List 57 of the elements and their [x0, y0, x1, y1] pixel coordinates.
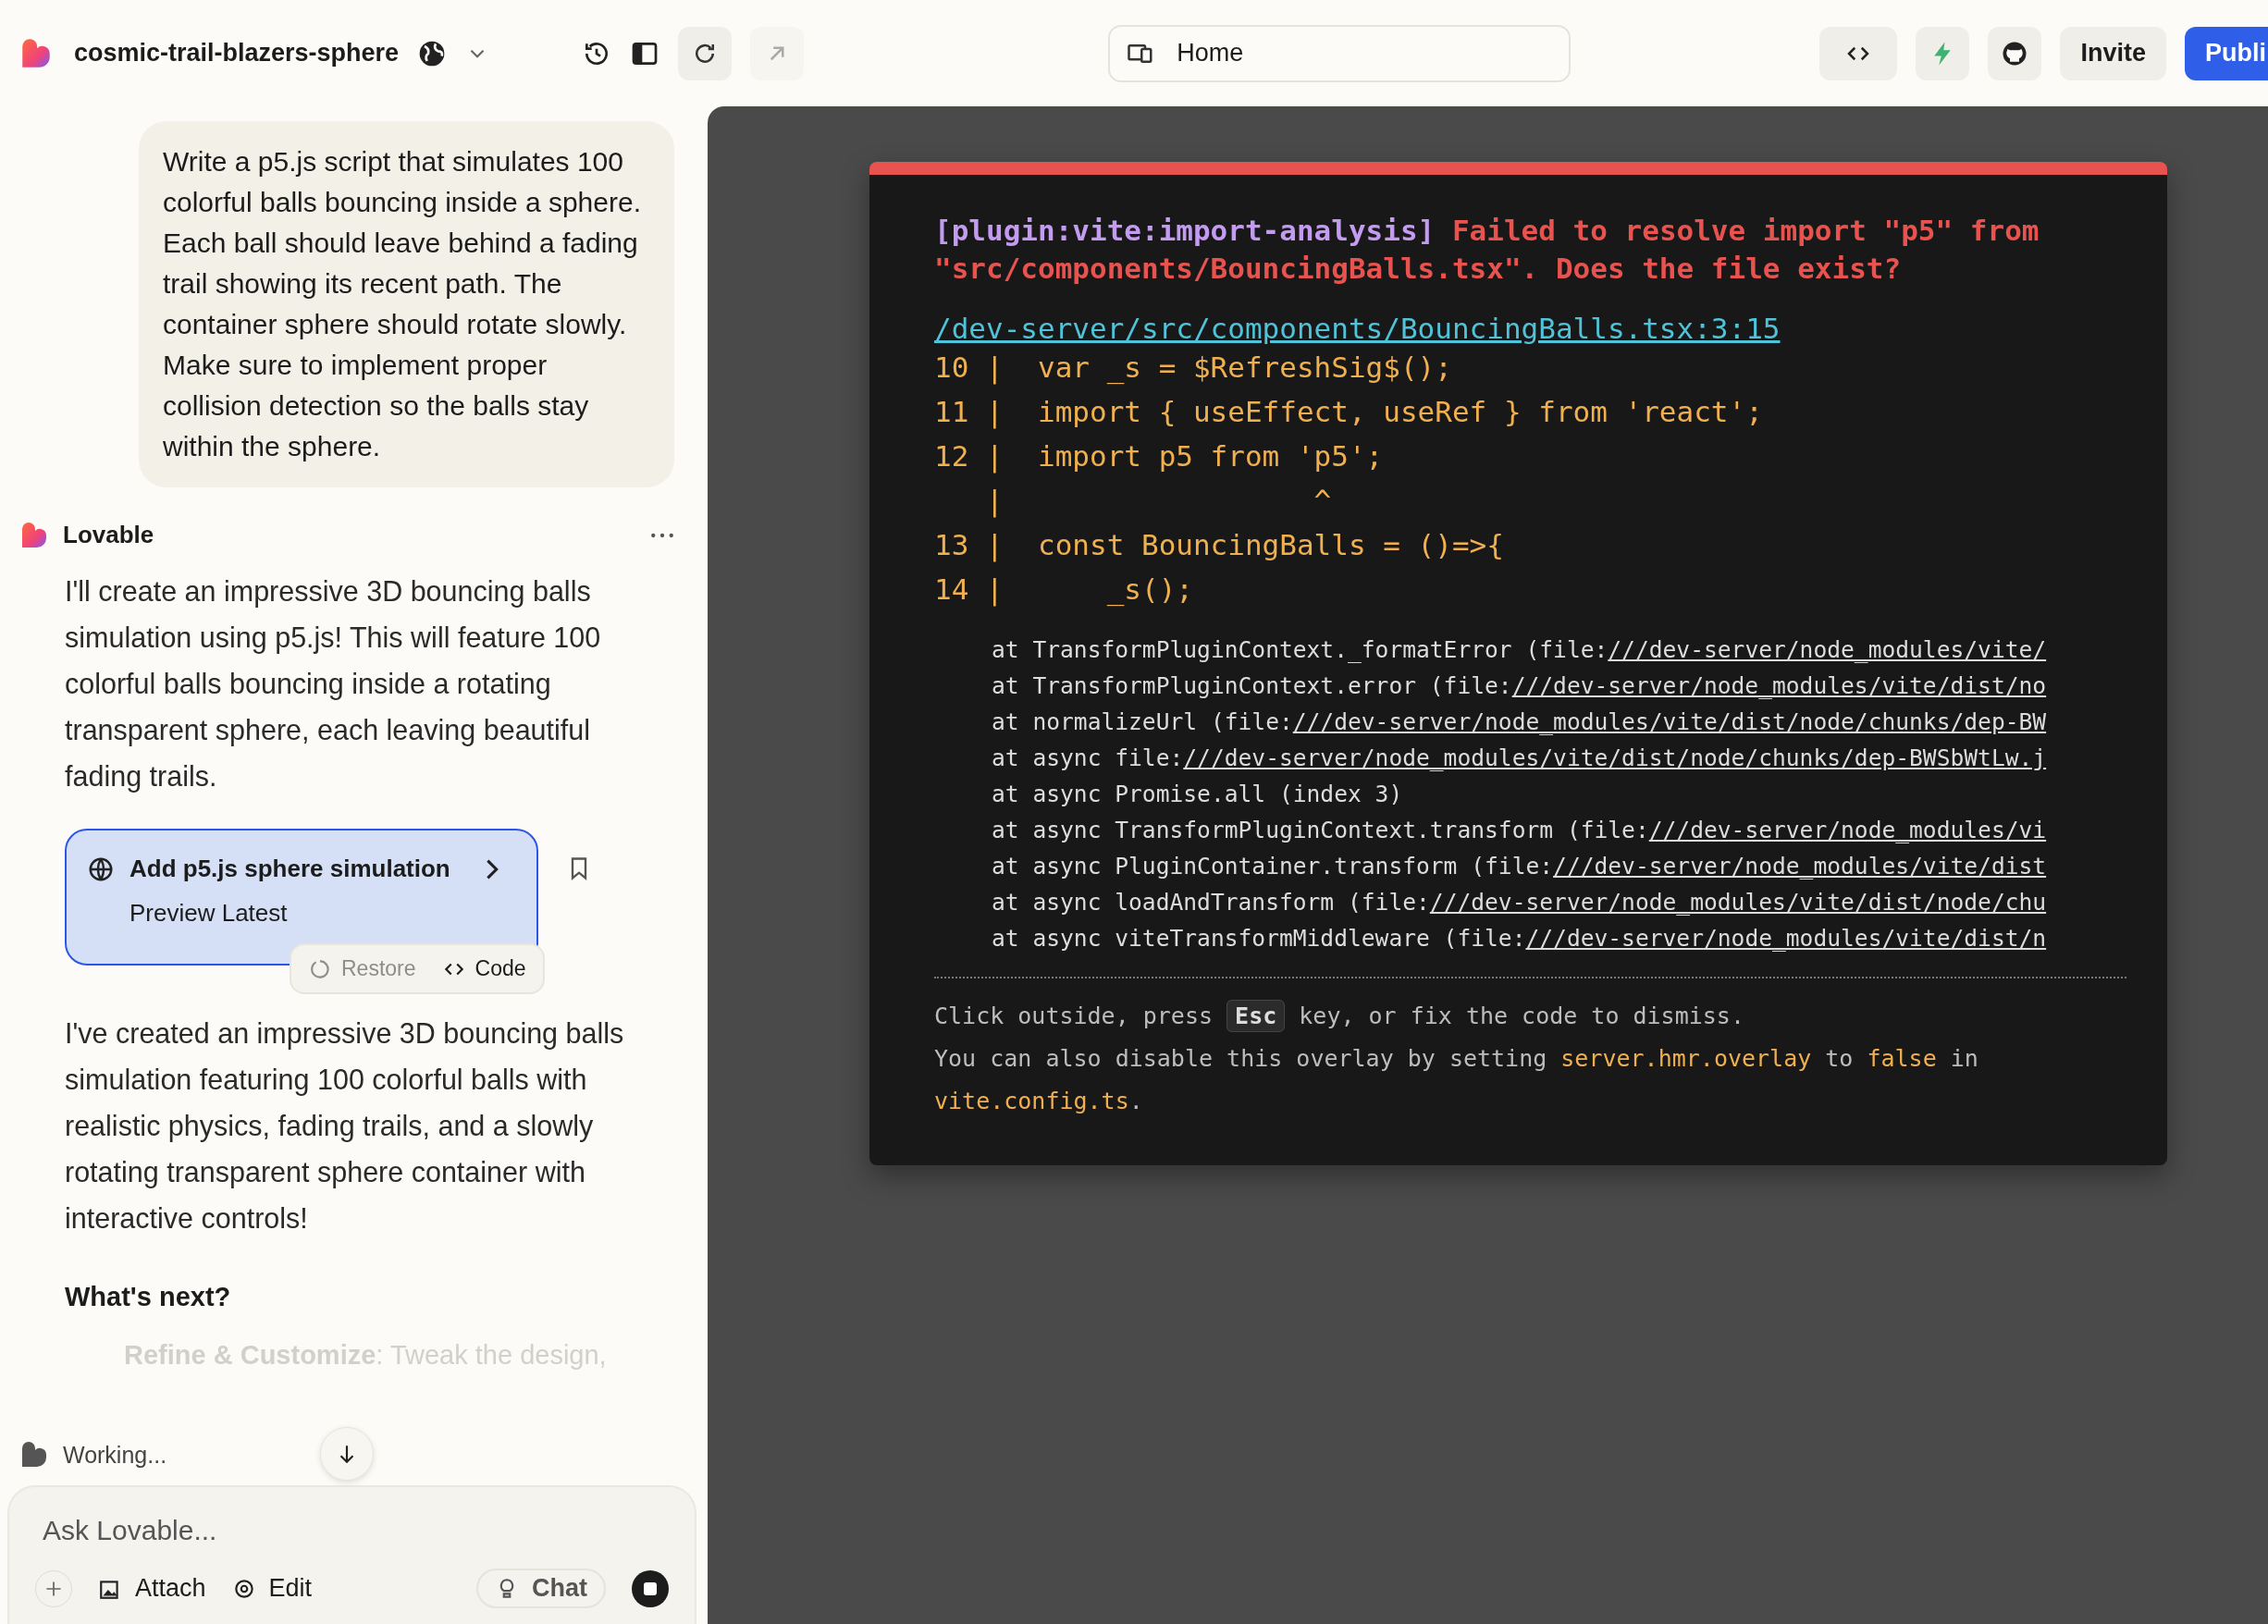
more-icon[interactable] — [650, 531, 674, 539]
scroll-down-button[interactable] — [320, 1427, 374, 1481]
stack-frame: at TransformPluginContext._formatError (file: — [992, 636, 1609, 663]
help-text: Click outside, press Esc key, or fix the code to dismiss. — [934, 995, 2126, 1038]
status-text: Working... — [63, 1441, 167, 1469]
stack-link[interactable]: ///dev-server/node_modules/vite/dist/n — [1525, 925, 2047, 952]
stack-link[interactable]: ///dev-server/node_modules/vite/dist/node/chunks/dep-BWSbWtLw.j — [1183, 744, 2047, 771]
message-field[interactable]: Ask Lovable... Attach Edit Chat — [7, 1485, 696, 1624]
project-name[interactable]: cosmic-trail-blazers-sphere — [74, 39, 400, 68]
code-line: 14 | _s(); — [934, 572, 1194, 609]
stack-frame: at async PluginContainer.transform (file: — [992, 853, 1554, 880]
address-field[interactable]: Home — [1108, 24, 1572, 82]
stack-link[interactable]: ///dev-server/node_modules/vite/dist/node/chunks/dep-BW — [1292, 708, 2047, 735]
stack-frame: at normalizeUrl (file: — [992, 708, 1293, 735]
stack-link[interactable]: ///dev-server/node_modules/vite/ — [1608, 636, 2047, 663]
logo-icon — [20, 521, 48, 549]
version-title: Add p5.js sphere simulation — [129, 855, 450, 883]
code-line: 10 | var _s = $RefreshSig$(); — [934, 350, 1453, 387]
stack-frame: at async viteTransformMiddleware (file: — [992, 925, 1526, 952]
reload-button[interactable] — [678, 26, 733, 80]
assistant-name: Lovable — [63, 521, 154, 549]
stack-frame: at TransformPluginContext.error (file: — [992, 672, 1512, 699]
repository-button[interactable] — [1988, 26, 2042, 80]
chat-button[interactable]: Chat — [476, 1569, 606, 1608]
attach-button[interactable]: Attach — [98, 1574, 206, 1603]
chevron-right-icon — [485, 857, 499, 880]
assistant-message: I've created an impressive 3D bouncing balls simulation featuring 100 colorful balls with realistic physics, fading trails, and a slowly rotating transparent sphere container with interactive controls! — [65, 1016, 625, 1236]
stack-link[interactable]: ///dev-server/node_modules/vite/dist/node/chu — [1429, 889, 2047, 916]
stack-frame: at async file: — [992, 744, 1184, 771]
code-line: 13 | const BouncingBalls = ()=>{ — [934, 527, 1505, 564]
help-text: vite.config.ts. — [934, 1087, 1144, 1116]
message-input[interactable]: Ask Lovable... — [35, 1506, 684, 1556]
section-heading: What's next? — [65, 1282, 232, 1312]
stack-link[interactable]: ///dev-server/node_modules/vite/dist — [1553, 853, 2047, 880]
edit-button[interactable]: Edit — [231, 1574, 313, 1603]
code-line: 12 | import p5 from 'p5'; — [934, 438, 1385, 475]
bolt-button[interactable] — [1916, 26, 1970, 80]
stack-link[interactable]: ///dev-server/node_modules/vite/dist/no — [1511, 672, 2047, 699]
stack-frame: at async loadAndTransform (file: — [992, 889, 1430, 916]
stack-frame: at async TransformPluginContext.transform (file: — [992, 817, 1649, 843]
code-line: 11 | import { useEffect, useRef } from 'react'; — [934, 394, 1764, 431]
publish-button[interactable]: Publi — [2185, 26, 2268, 80]
stack-link[interactable]: ///dev-server/node_modules/vi — [1648, 817, 2047, 843]
error-message: [plugin:vite:import-analysis] Failed to resolve import "p5" from "src/components/BouncingBalls.tsx". Does the file exist? — [934, 213, 2040, 287]
user-message: Write a p5.js script that simulates 100 colorful balls bouncing inside a sphere. Each ball should leave behind a fading trail showing its recent path. The container sphere should rotate slowly. Make sure to implement proper collision detection so the balls stay within the sphere. — [139, 121, 674, 487]
preview-link[interactable]: Preview Latest — [129, 900, 288, 926]
logo-icon — [20, 37, 52, 69]
stack-frame: at async Promise.all (index 3) — [992, 781, 1403, 807]
stop-icon — [644, 1581, 657, 1595]
stop-button[interactable] — [632, 1569, 669, 1607]
code-line: | ^ — [985, 483, 1333, 520]
invite-button[interactable]: Invite — [2060, 26, 2166, 80]
logo-icon — [20, 1441, 48, 1469]
assistant-message: I'll create an impressive 3D bouncing balls simulation using p5.js! This will feature 100 colorful balls bouncing inside a rotating transparent sphere, each leaving beautiful fading trails. — [65, 574, 602, 794]
address-text: Home — [1177, 39, 1244, 68]
file-link[interactable]: /dev-server/src/components/BouncingBalls.tsx:3:15 — [934, 312, 1781, 345]
help-text: You can also disable this overlay by setting server.hmr.overlay to false in — [934, 1044, 1979, 1074]
